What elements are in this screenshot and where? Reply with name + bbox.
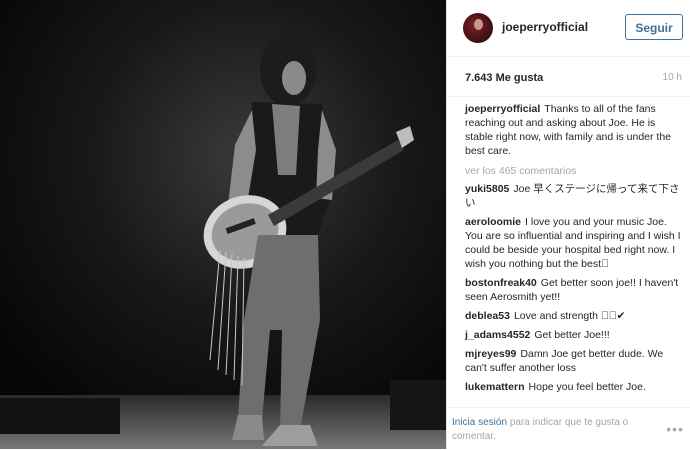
list-item: mjreyes99 Damn Joe get better dude. We ca… xyxy=(465,347,685,375)
login-prompt: Inicia sesión para indicar que te gusta … xyxy=(452,416,652,444)
list-item: lukemattern Hope you feel better Joe. xyxy=(465,380,685,394)
list-item: deblea53 Love and strength 🏼🏼✔ xyxy=(465,309,685,323)
post-header: joeperryofficial Seguir xyxy=(447,0,690,57)
timestamp[interactable]: 10 h xyxy=(663,72,682,83)
caption: joeperryofficial Thanks to all of the fan… xyxy=(465,102,685,158)
comment-text: Get better Joe!!! xyxy=(534,329,610,341)
comment-username[interactable]: deblea53 xyxy=(465,310,510,322)
comments-list: joeperryofficial Thanks to all of the fan… xyxy=(465,102,685,399)
list-item: yuki5805 Joe 早くステージに帰って来て下さい xyxy=(465,182,685,210)
avatar[interactable] xyxy=(463,13,493,43)
list-item: bostonfreak40 Get better soon joe!! I hav… xyxy=(465,276,685,304)
follow-button[interactable]: Seguir xyxy=(625,14,683,40)
comment-text: Love and strength 🏼🏼✔ xyxy=(513,310,626,322)
comment-username[interactable]: j_adams4552 xyxy=(465,329,530,341)
login-link[interactable]: Inicia sesión xyxy=(452,417,507,428)
caption-username[interactable]: joeperryofficial xyxy=(465,103,540,115)
comment-text: Hope you feel better Joe. xyxy=(528,381,646,393)
comment-username[interactable]: bostonfreak40 xyxy=(465,277,537,289)
list-item: aeroloomie I love you and your music Joe.… xyxy=(465,215,685,271)
list-item: j_adams4552 Get better Joe!!! xyxy=(465,328,685,342)
more-options-icon[interactable]: ••• xyxy=(666,422,684,436)
post-sidebar: joeperryofficial Seguir 7.643 Me gusta 1… xyxy=(447,0,690,449)
concert-photo xyxy=(0,0,446,449)
view-all-comments-link[interactable]: ver los 465 comentarios xyxy=(465,164,685,178)
comment-username[interactable]: yuki5805 xyxy=(465,183,509,195)
comment-username[interactable]: lukemattern xyxy=(465,381,525,393)
login-footer: Inicia sesión para indicar que te gusta … xyxy=(447,407,690,450)
likes-count[interactable]: 7.643 Me gusta xyxy=(465,72,543,84)
comment-username[interactable]: mjreyes99 xyxy=(465,348,516,360)
likes-row: 7.643 Me gusta 10 h xyxy=(447,56,690,97)
post-photo xyxy=(0,0,446,449)
username-link[interactable]: joeperryofficial xyxy=(502,20,588,34)
comment-username[interactable]: aeroloomie xyxy=(465,216,521,228)
